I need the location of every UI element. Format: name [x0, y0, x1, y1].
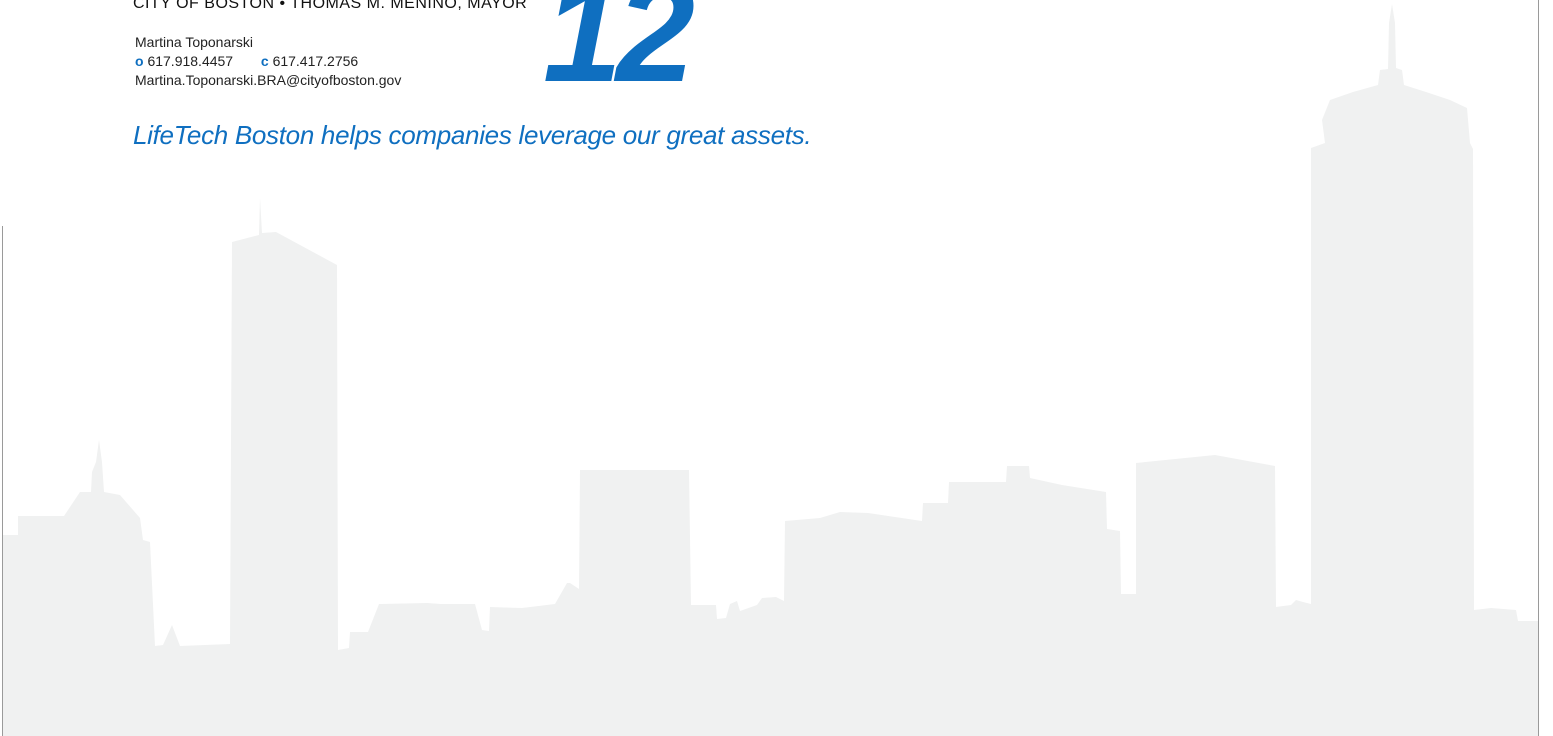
cell-phone: 617.417.2756: [272, 53, 359, 69]
frame-right-border: [1538, 0, 1539, 736]
contact-block: Martina Toponarski o 617.918.4457 c 617.…: [135, 33, 401, 90]
contact-name: Martina Toponarski: [135, 34, 254, 50]
frame-left-border: [2, 226, 3, 736]
contact-phones: o 617.918.4457 c 617.417.2756: [135, 52, 401, 71]
tagline: LifeTech Boston helps companies leverage…: [133, 120, 812, 150]
office-label: o: [135, 53, 144, 69]
cell-label: c: [260, 53, 269, 69]
big-number: 12: [543, 0, 695, 112]
contact-email: Martina.Toponarski.BRA@cityofboston.gov: [135, 72, 402, 88]
office-phone: 617.918.4457: [147, 53, 234, 69]
boston-skyline-silhouette: [3, 4, 1538, 736]
org-line: CITY OF BOSTON • THOMAS M. MENINO, MAYOR: [133, 0, 528, 12]
